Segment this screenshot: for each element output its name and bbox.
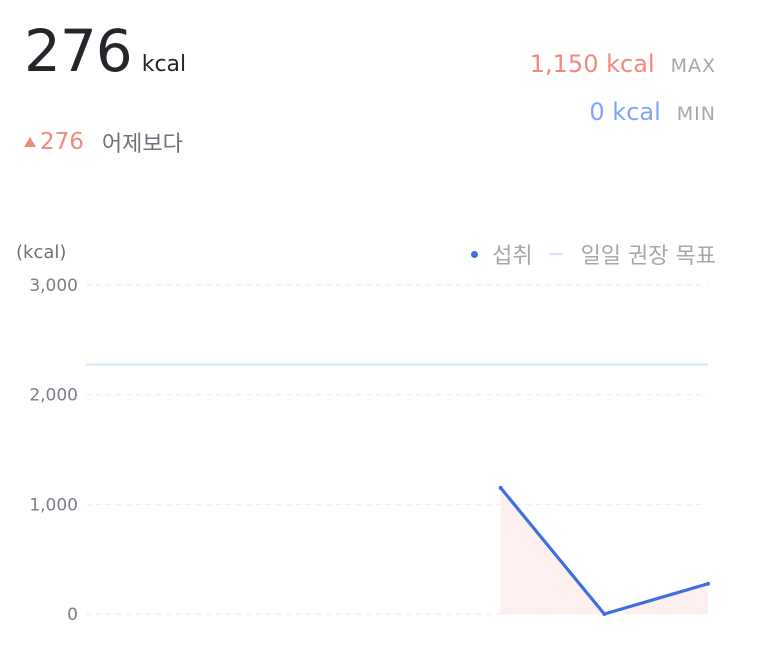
intake-area [500, 487, 708, 614]
y-tick-label: 1,000 [29, 495, 78, 515]
y-tick-label: 3,000 [29, 276, 78, 296]
calorie-line-chart: 3,000 2,000 1,000 0 [29, 276, 710, 625]
intake-point [706, 581, 710, 586]
intake-point [498, 485, 503, 490]
y-tick-label: 0 [67, 605, 78, 625]
y-tick-label: 2,000 [29, 386, 78, 406]
intake-point [602, 612, 607, 616]
